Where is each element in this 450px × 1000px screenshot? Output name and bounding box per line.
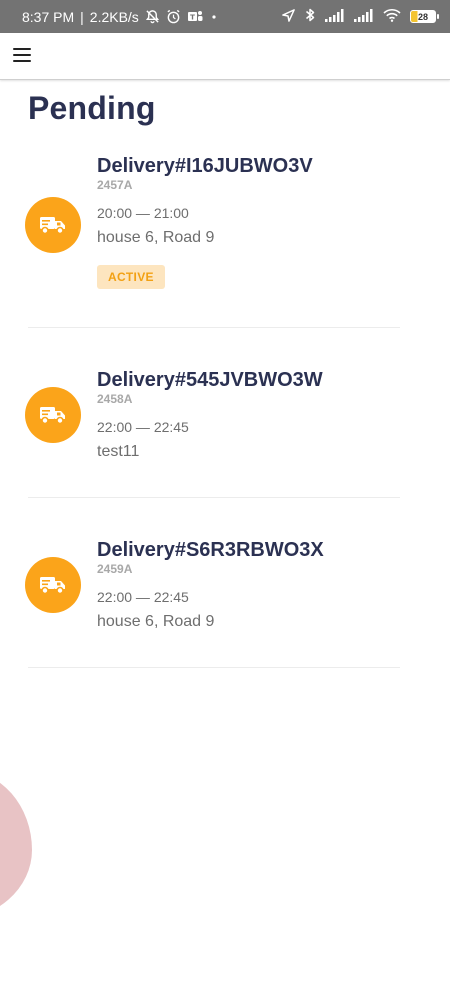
delivery-code: 2458A	[97, 392, 133, 406]
delivery-code: 2457A	[97, 178, 133, 192]
delivery-title: Delivery#545JVBWO3W	[97, 369, 323, 391]
delivery-time: 20:00 — 21:00	[97, 205, 189, 221]
delivery-address: house 6, Road 9	[97, 229, 215, 246]
app-screen: 8:37 PM | 2.2KB/s T 28 Pending Delivery#…	[0, 0, 450, 1000]
delivery-item[interactable]: Delivery#545JVBWO3W 2458A 22:00 — 22:45 …	[25, 328, 400, 498]
muted-bell-icon	[145, 9, 160, 24]
delivery-info: Delivery#545JVBWO3W 2458A 22:00 — 22:45 …	[97, 368, 323, 462]
delivery-time: 22:00 — 22:45	[97, 589, 189, 605]
status-left: 8:37 PM | 2.2KB/s T	[22, 9, 219, 25]
decorative-blob	[0, 770, 32, 920]
signal-icon-2	[354, 8, 374, 25]
status-badge: ACTIVE	[97, 265, 165, 289]
alarm-icon	[166, 9, 181, 24]
svg-text:T: T	[190, 14, 195, 22]
delivery-info: Delivery#I16JUBWO3V 2457A 20:00 — 21:00 …	[97, 154, 313, 289]
bluetooth-icon	[305, 7, 316, 26]
status-time: 8:37 PM	[22, 8, 75, 25]
status-right: 28	[281, 7, 439, 26]
delivery-title: Delivery#S6R3RBWO3X	[97, 539, 324, 561]
teams-icon: T	[187, 9, 203, 24]
truck-icon	[25, 557, 81, 613]
delivery-address: house 6, Road 9	[97, 613, 215, 630]
network-speed: 2.2KB/s	[89, 8, 139, 25]
menu-line	[13, 53, 31, 57]
menu-line	[13, 60, 31, 63]
delivery-list: Delivery#I16JUBWO3V 2457A 20:00 — 21:00 …	[0, 140, 450, 668]
delivery-code: 2459A	[97, 562, 133, 576]
page-title: Pending	[28, 90, 156, 126]
status-bar: 8:37 PM | 2.2KB/s T 28	[0, 0, 450, 33]
delivery-time: 22:00 — 22:45	[97, 419, 189, 435]
battery-icon: 28	[410, 10, 439, 23]
truck-icon	[25, 387, 81, 443]
dot-icon	[209, 12, 219, 22]
status-separator: |	[80, 8, 84, 25]
delivery-item[interactable]: Delivery#I16JUBWO3V 2457A 20:00 — 21:00 …	[25, 140, 400, 328]
signal-icon	[325, 8, 345, 25]
location-arrow-icon	[281, 8, 296, 26]
delivery-info: Delivery#S6R3RBWO3X 2459A 22:00 — 22:45 …	[97, 538, 324, 632]
delivery-address: test11	[97, 443, 140, 460]
hamburger-menu-icon[interactable]	[13, 45, 35, 65]
wifi-icon	[383, 8, 401, 25]
delivery-item[interactable]: Delivery#S6R3RBWO3X 2459A 22:00 — 22:45 …	[25, 498, 400, 668]
delivery-title: Delivery#I16JUBWO3V	[97, 155, 313, 177]
truck-icon	[25, 197, 81, 253]
menu-line	[13, 47, 31, 50]
app-bar	[0, 33, 450, 80]
